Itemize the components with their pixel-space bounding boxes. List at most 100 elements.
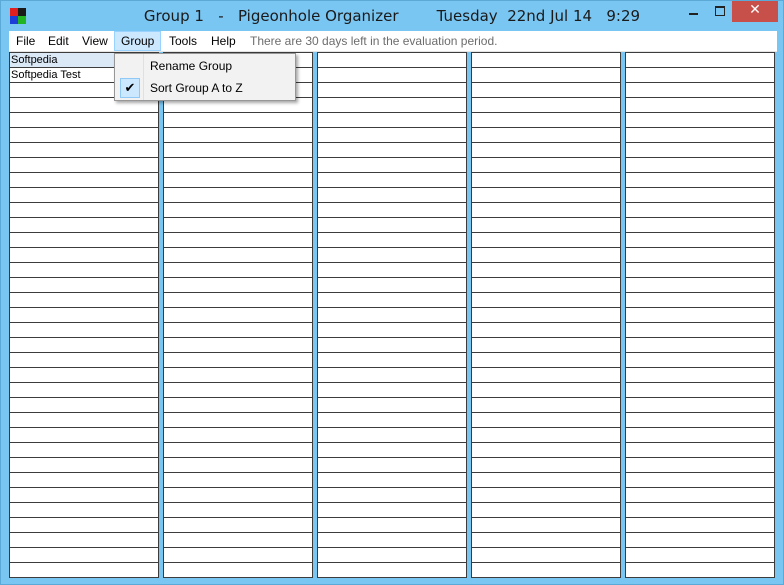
pigeonhole-column[interactable] <box>317 52 467 578</box>
pigeonhole-slot[interactable] <box>10 428 158 443</box>
pigeonhole-slot[interactable] <box>10 173 158 188</box>
pigeonhole-slot[interactable] <box>10 398 158 413</box>
pigeonhole-slot[interactable] <box>164 413 312 428</box>
pigeonhole-slot[interactable] <box>164 518 312 533</box>
pigeonhole-slot[interactable] <box>164 533 312 548</box>
pigeonhole-slot[interactable] <box>164 263 312 278</box>
pigeonhole-slot[interactable] <box>164 143 312 158</box>
pigeonhole-slot[interactable] <box>472 278 620 293</box>
pigeonhole-slot[interactable] <box>10 248 158 263</box>
pigeonhole-column[interactable] <box>471 52 621 578</box>
pigeonhole-slot[interactable] <box>472 83 620 98</box>
pigeonhole-slot[interactable] <box>318 128 466 143</box>
pigeonhole-slot[interactable] <box>472 248 620 263</box>
pigeonhole-slot[interactable] <box>318 383 466 398</box>
pigeonhole-slot[interactable] <box>626 503 774 518</box>
pigeonhole-slot[interactable] <box>10 563 158 578</box>
menu-help[interactable]: Help <box>205 31 242 51</box>
pigeonhole-slot[interactable] <box>626 263 774 278</box>
pigeonhole-slot[interactable] <box>626 338 774 353</box>
pigeonhole-slot[interactable] <box>472 293 620 308</box>
pigeonhole-slot[interactable] <box>626 233 774 248</box>
pigeonhole-slot[interactable] <box>318 338 466 353</box>
pigeonhole-slot[interactable] <box>626 188 774 203</box>
close-button[interactable]: ✕ <box>732 1 778 22</box>
pigeonhole-slot[interactable] <box>318 233 466 248</box>
pigeonhole-slot[interactable] <box>472 548 620 563</box>
pigeonhole-slot[interactable] <box>164 188 312 203</box>
pigeonhole-slot[interactable] <box>164 443 312 458</box>
pigeonhole-column[interactable] <box>625 52 775 578</box>
pigeonhole-slot[interactable] <box>10 383 158 398</box>
pigeonhole-slot[interactable] <box>318 263 466 278</box>
pigeonhole-slot[interactable] <box>472 353 620 368</box>
pigeonhole-slot[interactable] <box>626 533 774 548</box>
pigeonhole-slot[interactable] <box>318 428 466 443</box>
pigeonhole-slot[interactable] <box>164 458 312 473</box>
pigeonhole-slot[interactable] <box>164 488 312 503</box>
pigeonhole-slot[interactable] <box>164 398 312 413</box>
pigeonhole-slot[interactable] <box>318 308 466 323</box>
pigeonhole-slot[interactable] <box>626 323 774 338</box>
sort-group-item[interactable]: ✔ Sort Group A to Z <box>117 77 293 99</box>
pigeonhole-slot[interactable] <box>318 83 466 98</box>
pigeonhole-slot[interactable] <box>164 548 312 563</box>
pigeonhole-slot[interactable] <box>10 503 158 518</box>
pigeonhole-slot[interactable] <box>10 413 158 428</box>
pigeonhole-slot[interactable] <box>10 443 158 458</box>
pigeonhole-slot[interactable] <box>10 473 158 488</box>
pigeonhole-slot[interactable] <box>10 488 158 503</box>
menu-group[interactable]: Group <box>114 31 162 51</box>
pigeonhole-slot[interactable] <box>10 158 158 173</box>
pigeonhole-slot[interactable] <box>472 383 620 398</box>
title-bar[interactable]: Group 1 - Pigeonhole Organizer Tuesday 2… <box>1 1 783 31</box>
pigeonhole-slot[interactable] <box>472 128 620 143</box>
pigeonhole-slot[interactable] <box>10 233 158 248</box>
pigeonhole-slot[interactable] <box>164 353 312 368</box>
pigeonhole-slot[interactable] <box>626 368 774 383</box>
pigeonhole-slot[interactable] <box>472 308 620 323</box>
pigeonhole-slot[interactable] <box>318 518 466 533</box>
pigeonhole-slot[interactable] <box>318 353 466 368</box>
pigeonhole-slot[interactable] <box>318 143 466 158</box>
pigeonhole-slot[interactable] <box>626 158 774 173</box>
pigeonhole-slot[interactable] <box>164 278 312 293</box>
pigeonhole-slot[interactable] <box>626 428 774 443</box>
pigeonhole-slot[interactable] <box>626 458 774 473</box>
menu-tools[interactable]: Tools <box>163 31 203 51</box>
pigeonhole-slot[interactable] <box>626 473 774 488</box>
pigeonhole-slot[interactable] <box>318 68 466 83</box>
pigeonhole-slot[interactable] <box>164 473 312 488</box>
pigeonhole-slot[interactable] <box>318 323 466 338</box>
pigeonhole-slot[interactable] <box>472 458 620 473</box>
pigeonhole-slot[interactable] <box>472 398 620 413</box>
pigeonhole-slot[interactable] <box>626 563 774 578</box>
pigeonhole-slot[interactable] <box>318 218 466 233</box>
pigeonhole-slot[interactable] <box>472 263 620 278</box>
pigeonhole-slot[interactable] <box>626 383 774 398</box>
pigeonhole-slot[interactable] <box>164 218 312 233</box>
pigeonhole-slot[interactable] <box>472 338 620 353</box>
pigeonhole-slot[interactable] <box>472 233 620 248</box>
pigeonhole-slot[interactable] <box>10 308 158 323</box>
pigeonhole-slot[interactable] <box>318 173 466 188</box>
pigeonhole-slot[interactable] <box>318 443 466 458</box>
pigeonhole-slot[interactable] <box>472 113 620 128</box>
pigeonhole-slot[interactable] <box>472 218 620 233</box>
pigeonhole-slot[interactable] <box>10 293 158 308</box>
pigeonhole-slot[interactable] <box>472 68 620 83</box>
pigeonhole-slot[interactable] <box>318 113 466 128</box>
pigeonhole-slot[interactable] <box>164 368 312 383</box>
pigeonhole-slot[interactable] <box>626 353 774 368</box>
pigeonhole-slot[interactable] <box>10 128 158 143</box>
pigeonhole-slot[interactable] <box>626 203 774 218</box>
pigeonhole-slot[interactable] <box>472 443 620 458</box>
pigeonhole-slot[interactable] <box>164 308 312 323</box>
pigeonhole-slot[interactable] <box>318 413 466 428</box>
pigeonhole-slot[interactable] <box>164 293 312 308</box>
pigeonhole-slot[interactable] <box>10 203 158 218</box>
pigeonhole-slot[interactable] <box>164 173 312 188</box>
menu-file[interactable]: File <box>10 31 41 51</box>
pigeonhole-slot[interactable] <box>318 188 466 203</box>
pigeonhole-slot[interactable] <box>10 518 158 533</box>
